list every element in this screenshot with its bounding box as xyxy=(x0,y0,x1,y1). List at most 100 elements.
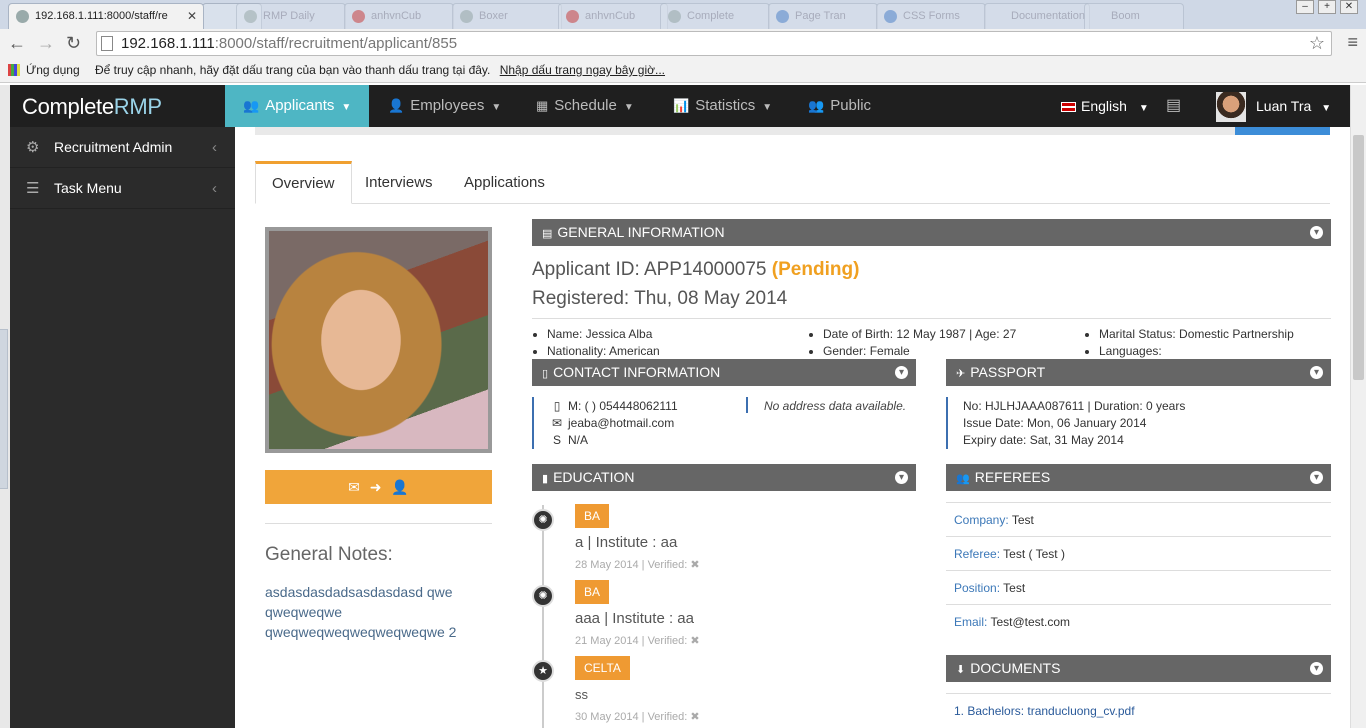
browser-tab[interactable]: CSS Forms xyxy=(876,3,986,29)
user-menu[interactable]: Luan Tra ▼ xyxy=(1256,85,1331,127)
profile-tabs: Overview Interviews Applications xyxy=(255,161,1330,204)
chevron-circle-down-icon[interactable]: ▾ xyxy=(1310,662,1323,675)
envelope-icon[interactable]: ✉ xyxy=(348,479,360,495)
info-name: Name: Jessica Alba xyxy=(547,326,660,343)
info-column-3: Marital Status: Domestic Partnership Lan… xyxy=(1084,326,1294,360)
passport-issue: Issue Date: Mon, 06 January 2014 xyxy=(963,416,1147,430)
language-selector[interactable]: English ▼ xyxy=(1061,85,1149,127)
chevron-circle-down-icon[interactable]: ▾ xyxy=(1310,471,1323,484)
star-icon: ★ xyxy=(532,660,554,682)
sidebar-item-label: Task Menu xyxy=(54,180,122,196)
uk-flag-icon xyxy=(1061,102,1076,112)
browser-tab[interactable]: Boxer xyxy=(452,3,562,29)
referee-name: Referee: Test ( Test ) xyxy=(946,536,1331,570)
chevron-left-icon: ‹ xyxy=(212,180,217,197)
brand-logo[interactable]: CompleteRMP xyxy=(22,94,162,120)
applicant-id: Applicant ID: APP14000075 (Pending) xyxy=(532,259,860,280)
x-icon: ✖ xyxy=(690,635,700,647)
user-avatar[interactable] xyxy=(1216,92,1246,122)
chevron-left-icon: ‹ xyxy=(212,139,217,156)
degree-badge: BA xyxy=(575,580,610,604)
passport-expiry: Expiry date: Sat, 31 May 2014 xyxy=(963,433,1124,447)
maximize-icon[interactable]: + xyxy=(1318,0,1336,14)
browser-tab[interactable]: Documentation xyxy=(984,3,1090,29)
tab-applications[interactable]: Applications xyxy=(448,161,561,204)
browser-tab[interactable]: RMP Daily xyxy=(236,3,346,29)
close-window-icon[interactable]: ✕ xyxy=(1340,0,1358,14)
forward-arrow-icon[interactable]: → xyxy=(37,33,55,54)
bookmark-star-icon[interactable]: ☆ xyxy=(1309,32,1325,55)
page-scrollbar[interactable] xyxy=(1350,85,1366,728)
chevron-down-icon: ▼ xyxy=(491,102,502,113)
referee-position: Position: Test xyxy=(946,570,1331,604)
nav-employees[interactable]: 👤 Employees ▼ xyxy=(388,85,501,127)
browser-tab[interactable]: Page Tran xyxy=(768,3,878,29)
info-column-1: Name: Jessica Alba Nationality: American xyxy=(532,326,660,360)
referee-email: Email: Test@test.com xyxy=(946,604,1331,638)
browser-tab[interactable]: Complete xyxy=(660,3,770,29)
favicon-icon xyxy=(352,10,365,23)
app-navbar: CompleteRMP 👥 Applicants ▼ 👤 Employees ▼ ▦ Sc… xyxy=(10,85,1350,127)
apps-grid-icon[interactable] xyxy=(8,64,20,76)
envelope-icon: ✉ xyxy=(551,416,563,430)
bookmarks-bar: Ứng dụng Để truy cập nhanh, hãy đặt dấu … xyxy=(0,59,1366,83)
browser-tab-active[interactable]: 192.168.1.111:8000/staff/re ✕ xyxy=(8,3,204,29)
tab-interviews[interactable]: Interviews xyxy=(349,161,449,204)
download-icon: ⬇ xyxy=(956,664,966,676)
chevron-circle-down-icon[interactable]: ▾ xyxy=(895,366,908,379)
top-strip-button[interactable] xyxy=(1235,127,1330,135)
browser-tab[interactable]: anhvnCub xyxy=(344,3,454,29)
education-meta: 21 May 2014 | Verified: ✖ xyxy=(575,635,700,647)
toggle-panel-icon[interactable]: ▤ xyxy=(1166,85,1181,127)
favicon-icon xyxy=(668,10,681,23)
tab-overview[interactable]: Overview xyxy=(255,161,352,204)
nav-public[interactable]: 👥 Public xyxy=(808,85,871,127)
general-info-header: ▤ GENERAL INFORMATION ▾ xyxy=(532,219,1331,246)
chevron-circle-down-icon[interactable]: ▾ xyxy=(1310,226,1323,239)
browser-menu-icon[interactable]: ≡ xyxy=(1347,32,1358,53)
back-arrow-icon[interactable]: ← xyxy=(8,33,26,54)
nav-schedule[interactable]: ▦ Schedule ▼ xyxy=(536,85,634,127)
favicon-icon xyxy=(460,10,473,23)
minimize-icon[interactable]: – xyxy=(1296,0,1314,14)
user-icon: 👤 xyxy=(388,98,405,113)
users-icon: 👥 xyxy=(243,98,260,113)
browser-tab[interactable]: anhvnCub xyxy=(558,3,668,29)
arrow-right-icon[interactable]: ➜ xyxy=(370,479,382,495)
sidebar-item-task-menu[interactable]: ☰ Task Menu ‹ xyxy=(10,168,235,209)
favicon-icon xyxy=(884,10,897,23)
scrollbar-thumb[interactable] xyxy=(1353,135,1364,380)
left-edge xyxy=(0,85,10,728)
apps-label[interactable]: Ứng dụng xyxy=(26,63,80,77)
nav-applicants[interactable]: 👥 Applicants ▼ xyxy=(225,85,369,127)
reload-icon[interactable]: ↻ xyxy=(66,33,81,54)
contact-rule xyxy=(532,397,534,449)
nav-statistics[interactable]: 📊 Statistics ▼ xyxy=(673,85,772,127)
passport-rule xyxy=(946,397,948,449)
page-icon xyxy=(101,36,113,51)
address-empty: No address data available. xyxy=(764,399,907,413)
import-bookmarks-link[interactable]: Nhập dấu trang ngay bây giờ... xyxy=(500,63,665,77)
browser-tab[interactable]: Boom xyxy=(1084,3,1184,29)
menu-icon: ☰ xyxy=(26,180,40,197)
url-host: 192.168.1.111 xyxy=(121,35,215,52)
address-input[interactable]: 192.168.1.111:8000/staff/recruitment/app… xyxy=(96,31,1332,56)
browser-tab-label: 192.168.1.111:8000/staff/re xyxy=(35,10,168,22)
chevron-circle-down-icon[interactable]: ▾ xyxy=(1310,366,1323,379)
sun-icon: ✺ xyxy=(532,585,554,607)
status-badge: (Pending) xyxy=(771,259,860,280)
education-meta: 28 May 2014 | Verified: ✖ xyxy=(575,559,700,571)
collapse-handle[interactable] xyxy=(0,329,8,489)
address-rule xyxy=(746,397,748,413)
browser-tab-strip: 192.168.1.111:8000/staff/re ✕ RMP Daily … xyxy=(0,0,1366,29)
document-link[interactable]: 1. Bachelors: tranducluong_cv.pdf xyxy=(946,693,1331,727)
sidebar-item-recruitment-admin[interactable]: ⚙ Recruitment Admin ‹ xyxy=(10,127,235,168)
user-icon[interactable]: 👤 xyxy=(391,479,408,495)
main-content: Overview Interviews Applications ✉ ➜ 👤 G… xyxy=(235,127,1350,728)
chevron-down-icon: ▼ xyxy=(341,102,352,113)
chevron-circle-down-icon[interactable]: ▾ xyxy=(895,471,908,484)
education-title: a | Institute : aa xyxy=(575,534,678,551)
bookmark-icon: ▮ xyxy=(542,473,549,485)
registered-date: Registered: Thu, 08 May 2014 xyxy=(532,288,788,309)
tab-close-icon[interactable]: ✕ xyxy=(187,9,197,23)
